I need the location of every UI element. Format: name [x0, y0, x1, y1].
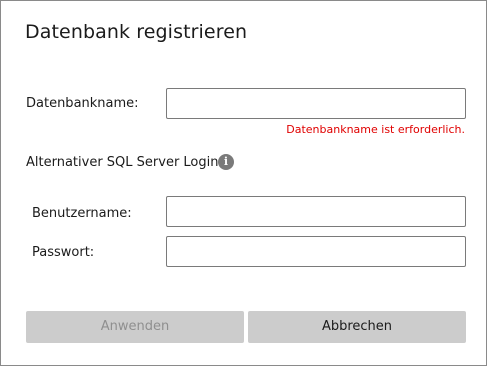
password-label: Passwort:: [32, 245, 95, 260]
password-field[interactable]: [166, 236, 466, 267]
username-field[interactable]: [166, 196, 466, 227]
database-name-error: Datenbankname ist erforderlich.: [286, 123, 465, 136]
info-icon[interactable]: i: [218, 154, 234, 170]
apply-button[interactable]: Anwenden: [26, 311, 244, 343]
database-name-field[interactable]: [166, 88, 466, 119]
alt-login-label: Alternativer SQL Server Login: [26, 155, 219, 170]
username-label: Benutzername:: [32, 206, 132, 221]
cancel-button[interactable]: Abbrechen: [248, 311, 466, 343]
dialog-title: Datenbank registrieren: [25, 21, 248, 43]
database-name-label: Datenbankname:: [26, 96, 139, 111]
register-database-dialog: Datenbank registrieren Datenbankname: Da…: [0, 0, 487, 366]
